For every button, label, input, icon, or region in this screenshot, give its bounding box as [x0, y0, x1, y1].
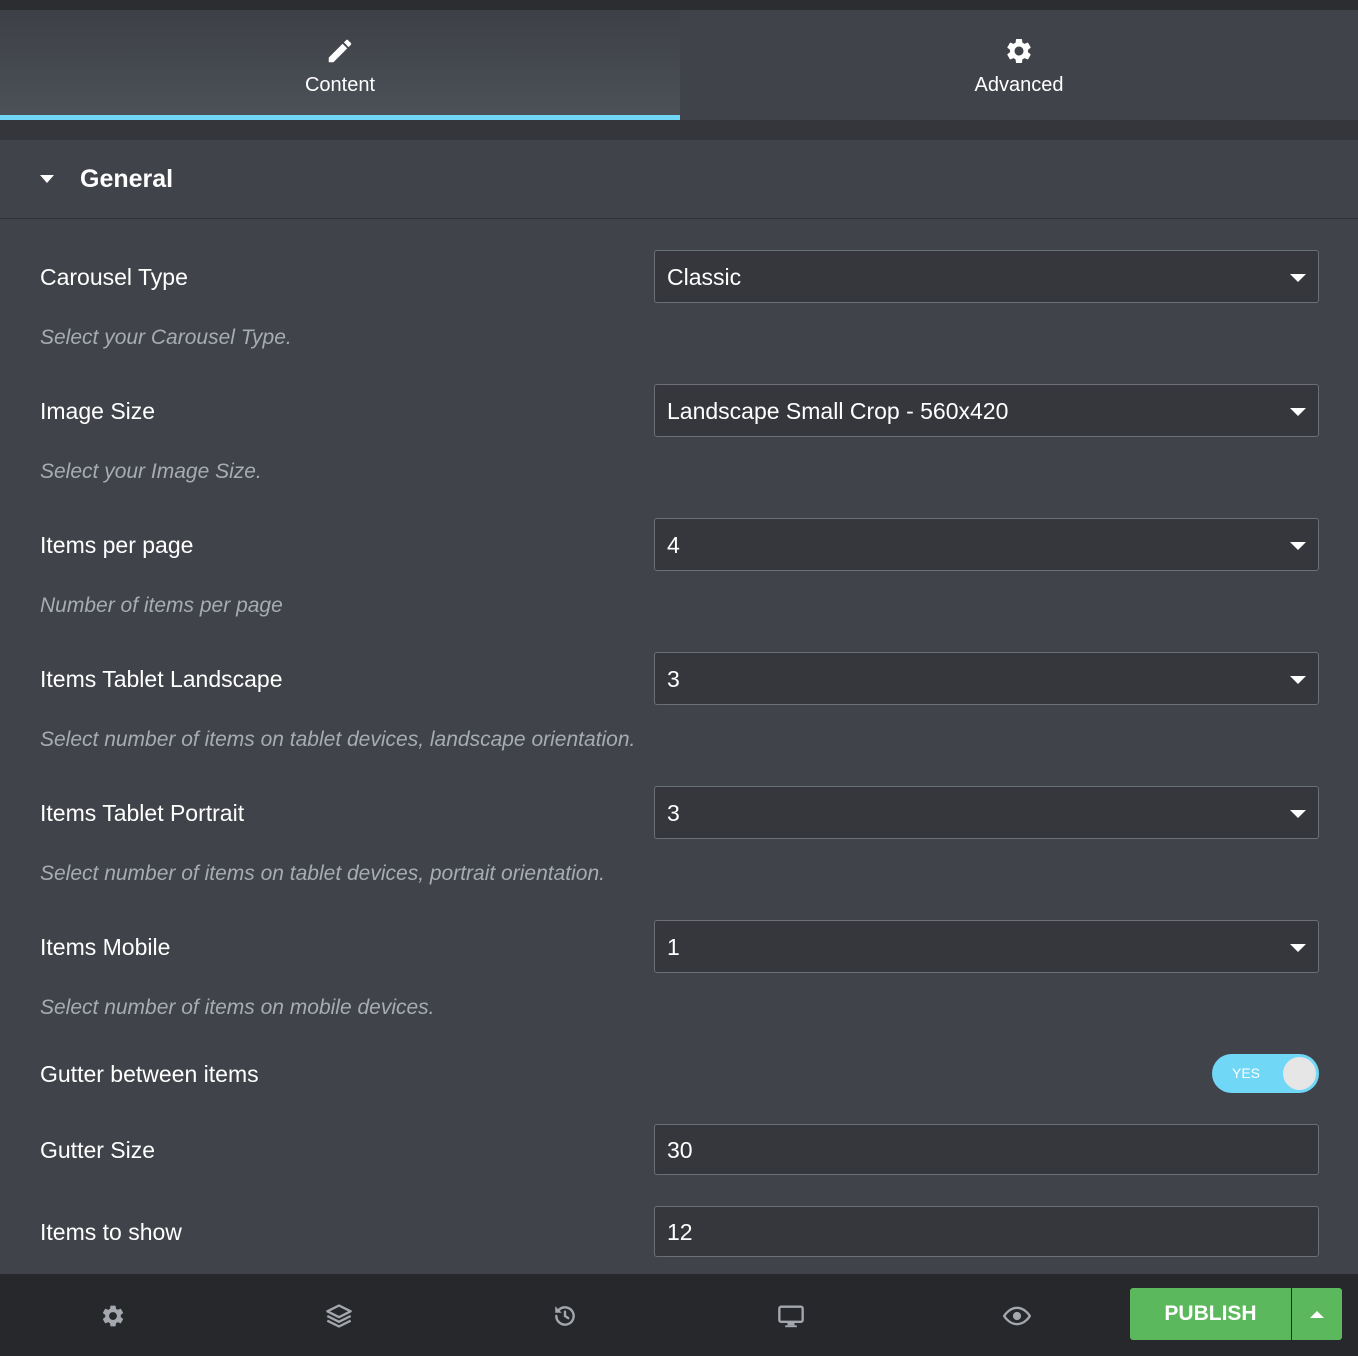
- field-label: Items Mobile: [40, 934, 171, 960]
- chevron-down-icon: [1290, 408, 1306, 416]
- image-size-select[interactable]: Landscape Small Crop - 560x420: [654, 384, 1319, 437]
- field-description: Number of items per page: [40, 594, 283, 617]
- carousel-type-select[interactable]: Classic: [654, 250, 1319, 303]
- gear-icon: [1004, 36, 1034, 66]
- chevron-down-icon: [1290, 944, 1306, 952]
- chevron-down-icon: [1290, 542, 1306, 550]
- items-to-show-input[interactable]: 12: [654, 1206, 1319, 1257]
- select-value: Classic: [667, 264, 742, 290]
- gutter-label: Gutter between items: [40, 1061, 259, 1087]
- input-value: 12: [667, 1219, 693, 1245]
- section-general-header[interactable]: General: [0, 140, 1358, 219]
- tab-advanced-label: Advanced: [974, 74, 1064, 96]
- items-to-show-label: Items to show: [40, 1219, 182, 1245]
- section-title: General: [80, 164, 174, 193]
- field-description: Select your Image Size.: [40, 460, 262, 483]
- chevron-down-icon: [1290, 810, 1306, 818]
- items-per-page-select[interactable]: 4: [654, 518, 1319, 571]
- field-label: Image Size: [40, 398, 156, 424]
- footer-toolbar: PUBLISH: [0, 1274, 1358, 1356]
- select-value: Landscape Small Crop - 560x420: [667, 398, 1009, 424]
- caret-down-icon: [40, 175, 54, 183]
- field-description: Select number of items on tablet devices…: [40, 728, 636, 751]
- layers-icon[interactable]: [321, 1298, 357, 1334]
- field-description: Select your Carousel Type.: [40, 326, 292, 349]
- gear-icon[interactable]: [95, 1298, 131, 1334]
- chevron-down-icon: [1290, 676, 1306, 684]
- gutter-size-input[interactable]: 30: [654, 1124, 1319, 1175]
- pencil-icon: [325, 36, 355, 66]
- gutter-size-label: Gutter Size: [40, 1137, 156, 1163]
- field-description: Select number of items on tablet devices…: [40, 862, 605, 885]
- caret-up-icon: [1310, 1310, 1324, 1318]
- field-label: Items per page: [40, 532, 194, 558]
- toggle-label: YES: [1232, 1065, 1261, 1081]
- field-label: Items Tablet Landscape: [40, 666, 283, 692]
- tab-content-label: Content: [304, 74, 376, 96]
- history-icon[interactable]: [547, 1298, 583, 1334]
- toggle-knob: [1283, 1057, 1316, 1090]
- panel-tabs: Content Advanced: [0, 10, 1358, 120]
- items-tablet-portrait-select[interactable]: 3: [654, 786, 1319, 839]
- tab-advanced[interactable]: Advanced: [680, 10, 1358, 120]
- select-value: 1: [667, 934, 680, 960]
- top-strip: [0, 0, 1358, 10]
- field-description: Select number of items on mobile devices…: [40, 996, 435, 1019]
- tabs-divider: [0, 120, 1358, 140]
- field-label: Items Tablet Portrait: [40, 800, 245, 826]
- input-value: 30: [667, 1137, 693, 1163]
- eye-icon[interactable]: [999, 1298, 1035, 1334]
- select-value: 4: [667, 532, 680, 558]
- tab-content[interactable]: Content: [0, 10, 680, 120]
- select-value: 3: [667, 666, 680, 692]
- chevron-down-icon: [1290, 274, 1306, 282]
- items-mobile-select[interactable]: 1: [654, 920, 1319, 973]
- publish-button[interactable]: PUBLISH: [1130, 1288, 1291, 1340]
- select-value: 3: [667, 800, 680, 826]
- publish-options-button[interactable]: [1292, 1288, 1342, 1340]
- items-tablet-landscape-select[interactable]: 3: [654, 652, 1319, 705]
- desktop-icon[interactable]: [773, 1298, 809, 1334]
- gutter-toggle[interactable]: YES: [1212, 1054, 1319, 1093]
- field-label: Carousel Type: [40, 264, 188, 290]
